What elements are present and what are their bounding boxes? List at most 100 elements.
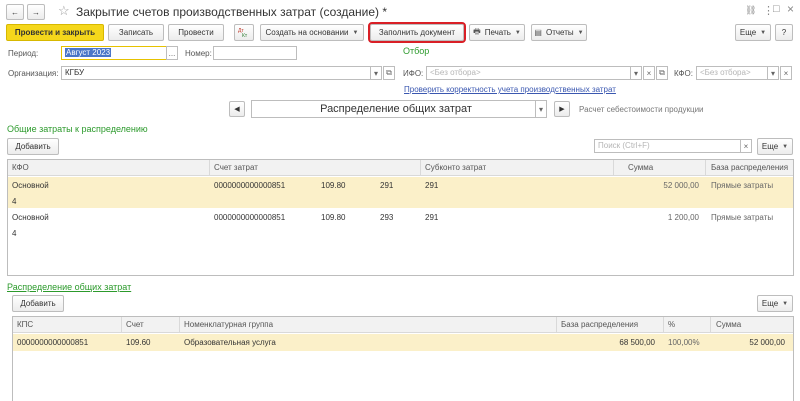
- account-kosgu-cell: 293: [380, 213, 394, 222]
- number-label: Номер:: [185, 49, 212, 58]
- col-kfo[interactable]: КФО: [12, 163, 29, 172]
- close-icon[interactable]: ×: [787, 2, 794, 16]
- post-and-close-button[interactable]: Провести и закрыть: [6, 24, 104, 41]
- kfo-sub-cell: 4: [12, 229, 17, 238]
- period-label: Период:: [8, 49, 39, 58]
- account-code-cell: 109.80: [321, 181, 346, 190]
- chevron-down-icon: ▼: [577, 29, 584, 36]
- chevron-down-icon: ▼: [514, 29, 521, 36]
- organization-label: Организация:: [8, 69, 59, 78]
- general-costs-title: Общие затраты к распределению: [7, 124, 148, 134]
- percent-cell: 100,00%: [668, 338, 700, 347]
- favorite-star-icon[interactable]: ☆: [58, 3, 70, 19]
- chevron-down-icon: ▼: [782, 300, 789, 307]
- post-button[interactable]: Провести: [168, 24, 224, 41]
- kfo-dropdown-icon[interactable]: ▾: [767, 66, 779, 80]
- col-kps[interactable]: КПС: [17, 320, 33, 329]
- filter-title: Отбор: [403, 46, 430, 56]
- kfo-label: КФО:: [674, 69, 693, 78]
- base-cell: Прямые затраты: [711, 213, 774, 222]
- table-header: КФО Счет затрат Субконто затрат Сумма Ба…: [8, 160, 793, 176]
- ifo-dropdown-icon[interactable]: ▾: [630, 66, 642, 80]
- more-button[interactable]: Еще ▼: [735, 24, 771, 41]
- print-button[interactable]: 🖶 Печать ▼: [469, 24, 525, 41]
- account-cell: 0000000000000851: [214, 181, 286, 190]
- next-step-hint: Расчет себестоимости продукции: [579, 105, 704, 114]
- link-icon[interactable]: ⛓: [745, 5, 756, 16]
- next-step-button[interactable]: ▶: [554, 101, 570, 117]
- organization-field[interactable]: КГБУ: [61, 66, 372, 80]
- general-costs-more-button[interactable]: Еще ▼: [757, 138, 793, 155]
- ifo-clear-icon[interactable]: ×: [643, 66, 655, 80]
- kfo-sub-cell: 4: [12, 197, 17, 206]
- base-cell: 68 500,00: [619, 338, 655, 347]
- subconto-cell: 291: [425, 181, 439, 190]
- kfo-field[interactable]: <Без отбора>: [696, 66, 768, 80]
- kfo-clear-icon[interactable]: ×: [780, 66, 792, 80]
- col-sum[interactable]: Сумма: [716, 320, 741, 329]
- distribution-more-button[interactable]: Еще ▼: [757, 295, 793, 312]
- distribution-title: Распределение общих затрат: [7, 282, 132, 292]
- account-cell: 0000000000000851: [214, 213, 286, 222]
- movements-icon[interactable]: Дт Кт: [234, 24, 254, 41]
- subconto-cell: 291: [425, 213, 439, 222]
- group-cell: Образовательная услуга: [184, 338, 276, 347]
- printer-icon: 🖶: [473, 26, 481, 36]
- sum-cell: 52 000,00: [663, 181, 699, 190]
- number-field[interactable]: [213, 46, 297, 60]
- step-select[interactable]: Распределение общих затрат: [251, 100, 541, 118]
- table-row[interactable]: Основной 4 0000000000000851 109.80 291 2…: [8, 177, 793, 208]
- ifo-label: ИФО:: [403, 69, 424, 78]
- col-sum[interactable]: Сумма: [628, 163, 653, 172]
- base-cell: Прямые затраты: [711, 181, 774, 190]
- col-base[interactable]: База распределения: [711, 163, 788, 172]
- account-cell: 109.60: [126, 338, 151, 347]
- help-button[interactable]: ?: [775, 24, 793, 41]
- prev-step-button[interactable]: ◀: [229, 101, 245, 117]
- distribution-table: КПС Счет Номенклатурная группа База расп…: [12, 316, 794, 401]
- ifo-field[interactable]: <Без отбора>: [426, 66, 632, 80]
- table-header: КПС Счет Номенклатурная группа База расп…: [13, 317, 793, 333]
- search-clear-icon[interactable]: ×: [740, 139, 752, 153]
- col-subconto[interactable]: Субконто затрат: [425, 163, 486, 172]
- distribution-add-button[interactable]: Добавить: [12, 295, 64, 312]
- chevron-down-icon: ▼: [760, 29, 767, 36]
- window-title: Закрытие счетов производственных затрат …: [76, 5, 388, 19]
- sum-cell: 52 000,00: [749, 338, 785, 347]
- step-dropdown-icon[interactable]: ▾: [535, 100, 547, 118]
- ifo-open-icon[interactable]: ⧉: [656, 66, 668, 80]
- table-row[interactable]: Основной 4 0000000000000851 109.80 293 2…: [8, 209, 793, 240]
- chevron-down-icon: ▼: [782, 143, 789, 150]
- account-code-cell: 109.80: [321, 213, 346, 222]
- period-field[interactable]: Август 2023: [61, 46, 167, 60]
- kfo-cell: Основной: [12, 213, 49, 222]
- sum-cell: 1 200,00: [667, 213, 699, 222]
- check-costs-link[interactable]: Проверить корректность учета производств…: [404, 85, 616, 94]
- col-base[interactable]: База распределения: [561, 320, 638, 329]
- chevron-down-icon: ▼: [352, 29, 359, 36]
- save-button[interactable]: Записать: [108, 24, 164, 41]
- kps-cell: 0000000000000851: [17, 338, 89, 347]
- period-select-button[interactable]: ...: [166, 46, 178, 60]
- kfo-cell: Основной: [12, 181, 49, 190]
- col-account[interactable]: Счет: [126, 320, 144, 329]
- account-kosgu-cell: 291: [380, 181, 394, 190]
- reports-button[interactable]: ▤ Отчеты ▼: [531, 24, 587, 41]
- maximize-icon[interactable]: □: [773, 3, 780, 15]
- back-button[interactable]: ←: [6, 4, 24, 20]
- col-account[interactable]: Счет затрат: [214, 163, 258, 172]
- organization-dropdown-icon[interactable]: ▾: [370, 66, 382, 80]
- table-row[interactable]: 0000000000000851 109.60 Образовательная …: [13, 334, 793, 351]
- report-icon: ▤: [534, 28, 542, 37]
- col-nomenclature-group[interactable]: Номенклатурная группа: [184, 320, 273, 329]
- forward-button[interactable]: →: [27, 4, 45, 20]
- general-costs-add-button[interactable]: Добавить: [7, 138, 59, 155]
- general-costs-search-input[interactable]: Поиск (Ctrl+F): [594, 139, 750, 153]
- general-costs-table: КФО Счет затрат Субконто затрат Сумма Ба…: [7, 159, 794, 276]
- svg-text:Кт: Кт: [242, 33, 248, 38]
- col-percent[interactable]: %: [668, 320, 675, 329]
- organization-open-icon[interactable]: ⧉: [383, 66, 395, 80]
- dt-kt-icon: ДтКт: [238, 28, 248, 38]
- fill-document-button[interactable]: Заполнить документ: [368, 22, 466, 43]
- create-based-on-button[interactable]: Создать на основании ▼: [260, 24, 364, 41]
